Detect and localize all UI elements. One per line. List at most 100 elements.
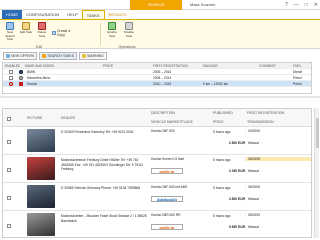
published-cell: 5 hours ago: [213, 214, 231, 218]
select-all-checkbox[interactable]: [7, 117, 11, 121]
row-checkbox[interactable]: [7, 140, 11, 144]
reg-cell: 2010 – 2016: [153, 82, 172, 86]
tab-tasks[interactable]: TASKS: [81, 10, 105, 19]
price-cell: 3 800 EUR: [228, 197, 245, 201]
result-row[interactable]: D 30855 Sehnde Germany Phone: +49 5138 7…: [3, 183, 311, 211]
result-row[interactable]: D 32049 Fürstenhof Germany Tel: +49 5221…: [3, 127, 311, 155]
disabled-icon[interactable]: [9, 82, 13, 86]
disable-icon: [125, 22, 133, 30]
motorcycle-photo[interactable]: [27, 185, 55, 208]
window-title: Mass Scanner: [190, 2, 216, 7]
col-price[interactable]: PRICE: [213, 120, 224, 124]
col-marketplace[interactable]: VEHICLE MARKETPLACE: [151, 120, 193, 124]
group-label-edit: Edit: [35, 45, 43, 49]
description-link[interactable]: Honda Hornet 0.5 Natr: [151, 157, 184, 161]
row-checkbox[interactable]: [7, 196, 11, 200]
col-dealer[interactable]: DEALER: [61, 116, 75, 120]
ribbon-separator: [100, 23, 101, 45]
tab-configuration[interactable]: CONFIGURATION: [22, 10, 63, 19]
table-row-selected[interactable]: Honda 2010 – 2016 0 km – 12000 km Petrol: [3, 81, 311, 87]
motorcycle-photo[interactable]: [27, 213, 55, 236]
help-icon[interactable]: ?: [285, 2, 288, 8]
copy-icon: [52, 31, 56, 35]
reg-cell: 06/2008: [245, 185, 311, 189]
price-cell: 2 800 EUR: [228, 141, 245, 145]
delete-task-button[interactable]: Delete Task: [35, 22, 49, 38]
published-cell: 5 hours ago: [213, 158, 231, 162]
tab-help[interactable]: HELP: [63, 10, 81, 19]
create-copy-button[interactable]: Create a Copy: [52, 29, 78, 37]
new-task-icon: [6, 22, 14, 30]
delete-icon: [38, 22, 46, 30]
ribbon-group-operations: Enable Task Disable Task Operations: [102, 21, 152, 49]
fuel-cell: Petrol: [293, 82, 302, 86]
warning-button[interactable]: WARNING: [79, 52, 107, 60]
ribbon-tabs: HOME CONFIGURATION HELP TASKS RESULTS: [0, 10, 320, 19]
ribbon: New Search Task Edit Task Delete Task Cr…: [0, 19, 320, 49]
honda-logo-icon: [19, 82, 23, 86]
row-checkbox[interactable]: [7, 224, 11, 228]
dealer-cell: D 30855 Sehnde Germany Phone: +49 5138 7…: [61, 186, 141, 190]
description-link[interactable]: Honda CBF 500: [151, 129, 175, 133]
row-checkbox[interactable]: [7, 168, 11, 172]
description-link[interactable]: Honda CBR 600 RR: [151, 213, 181, 217]
marketplace-badge: mobile.de: [151, 168, 183, 174]
price-cell: 5 850 EUR: [228, 225, 245, 229]
dealer-cell: D 32049 Fürstenhof Germany Tel: +49 5221…: [61, 130, 134, 134]
published-cell: 5 hours ago: [213, 186, 231, 190]
reg-cell: 05/2009: [245, 213, 311, 217]
results-grid: PICTURE DEALER DESCRIPTION PUBLISHED FIR…: [2, 108, 312, 238]
marketplace-badge: mobile.de: [151, 224, 183, 230]
search-tasks-grid: ENABLED MAKE AND MODEL PRICE FIRST REGIS…: [2, 62, 312, 94]
new-offers-button[interactable]: NEW OFFERS: [3, 52, 38, 60]
enable-task-button[interactable]: Enable Task: [105, 22, 119, 38]
dealer-cell: Motorradzentrum Freiburg GmbH Müller Tel…: [61, 158, 144, 171]
mercedes-logo-icon: [19, 76, 23, 80]
edit-icon: [22, 22, 30, 30]
motorcycle-photo[interactable]: [27, 129, 55, 152]
new-search-task-button[interactable]: New Search Task: [3, 22, 17, 42]
col-published[interactable]: PUBLISHED: [213, 111, 233, 115]
edit-task-button[interactable]: Edit Task: [19, 22, 33, 35]
transmission-cell: Manual: [245, 197, 311, 201]
published-cell: 5 hours ago: [213, 130, 231, 134]
reg-cell: 08/2008: [245, 157, 311, 161]
col-description[interactable]: DESCRIPTION: [151, 111, 175, 115]
mileage-cell: 0 km – 12000 km: [203, 82, 229, 86]
description-link[interactable]: Honda CBF 600 mit ABS: [151, 185, 187, 189]
col-picture[interactable]: PICTURE: [27, 116, 42, 120]
transmission-cell: Manual: [245, 169, 311, 173]
grid-header: PICTURE DEALER DESCRIPTION PUBLISHED FIR…: [3, 109, 311, 127]
title-bar: SEARCH Mass Scanner ? — □ ✕: [0, 0, 320, 10]
result-row[interactable]: Motorradcenter – Brucken Fasel Stock Str…: [3, 211, 311, 237]
dealer-cell: Motorradcenter – Brucken Fasel Stock Str…: [61, 214, 147, 223]
marketplace-badge: AutoScout24: [151, 196, 183, 202]
reg-cell: 03/2005: [245, 129, 311, 133]
transmission-cell: Manual: [245, 141, 311, 145]
warning-icon: [82, 54, 87, 58]
motorcycle-photo[interactable]: [27, 157, 55, 180]
enable-icon: [108, 22, 116, 30]
make-cell: Honda: [27, 82, 37, 86]
offers-icon: [6, 54, 10, 58]
minimize-button[interactable]: —: [294, 2, 299, 8]
disable-task-button[interactable]: Disable Task: [122, 22, 136, 38]
tab-results[interactable]: RESULTS: [105, 10, 131, 19]
enabled-checkbox[interactable]: [9, 76, 13, 80]
close-button[interactable]: ✕: [314, 2, 318, 8]
context-tab-search[interactable]: SEARCH: [130, 0, 182, 10]
vertical-scrollbar[interactable]: [314, 108, 319, 238]
enabled-checkbox[interactable]: [9, 70, 13, 74]
transmission-cell: Manual: [245, 225, 311, 229]
col-transmission[interactable]: TRANSMISSION: [247, 120, 274, 124]
bmw-logo-icon: [19, 70, 23, 74]
search-tasks-button[interactable]: SEARCH TASKS: [39, 52, 78, 60]
col-first-registration[interactable]: FIRST REGISTRATION: [247, 111, 284, 115]
view-toolbar: NEW OFFERS SEARCH TASKS WARNING: [0, 50, 320, 62]
panel-splitter[interactable]: [0, 96, 320, 98]
result-row[interactable]: Motorradzentrum Freiburg GmbH Müller Tel…: [3, 155, 311, 183]
maximize-button[interactable]: □: [305, 2, 308, 8]
scrollbar-thumb[interactable]: [316, 118, 319, 148]
tab-home[interactable]: HOME: [2, 10, 22, 19]
ribbon-group-edit: New Search Task Edit Task Delete Task Cr…: [0, 21, 78, 49]
